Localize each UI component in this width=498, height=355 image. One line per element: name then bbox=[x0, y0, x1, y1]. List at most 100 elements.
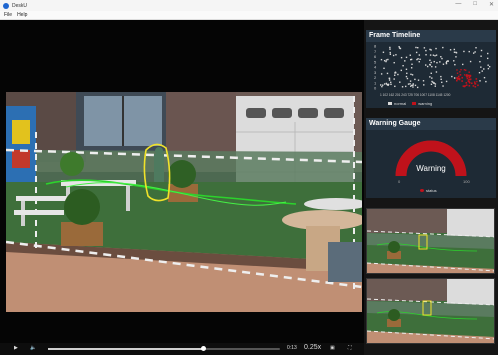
timeline-point bbox=[469, 60, 472, 63]
timeline-point bbox=[479, 80, 481, 82]
timeline-point bbox=[431, 77, 433, 79]
timeline-point bbox=[407, 83, 410, 85]
timeline-point bbox=[404, 60, 406, 62]
timeline-point bbox=[410, 85, 412, 87]
timeline-point bbox=[405, 85, 407, 88]
timeline-warning-point bbox=[473, 81, 476, 83]
timeline-point bbox=[422, 80, 425, 82]
menu-help[interactable]: Help bbox=[17, 12, 27, 18]
volume-icon[interactable]: 🔈 bbox=[30, 345, 36, 351]
timeline-point bbox=[380, 84, 382, 86]
legend-warning-swatch bbox=[412, 102, 417, 105]
timeline-point bbox=[464, 74, 466, 76]
timeline-warning-point bbox=[467, 80, 470, 82]
timeline-point bbox=[382, 84, 384, 86]
timeline-point bbox=[405, 56, 408, 59]
timeline-point bbox=[435, 54, 438, 56]
timeline-point bbox=[406, 77, 409, 80]
timeline-warning-point bbox=[469, 75, 471, 78]
timeline-point bbox=[425, 64, 427, 66]
app-icon bbox=[3, 2, 9, 9]
play-icon[interactable]: ▶ bbox=[14, 345, 18, 351]
frame-thumbnail-2[interactable] bbox=[366, 278, 495, 344]
timeline-point bbox=[453, 51, 456, 53]
timeline-point bbox=[380, 73, 383, 75]
timeline-point bbox=[402, 64, 404, 67]
gauge-legend-label: status bbox=[426, 188, 437, 193]
gauge-legend-swatch bbox=[420, 189, 424, 192]
menu-file[interactable]: File bbox=[4, 12, 12, 18]
timeline-point bbox=[389, 46, 391, 49]
timeline-point bbox=[415, 51, 418, 54]
timeline-warning-point bbox=[475, 78, 478, 80]
timeline-point bbox=[411, 63, 413, 65]
minimize-icon[interactable]: — bbox=[455, 1, 461, 8]
timeline-warning-point bbox=[472, 85, 475, 87]
timeline-point bbox=[453, 60, 455, 62]
legend-normal-label: normal bbox=[394, 101, 407, 106]
timeline-point bbox=[479, 60, 481, 63]
timeline-point bbox=[388, 77, 391, 80]
timeline-warning-point bbox=[469, 78, 472, 81]
frame-thumbnail-1[interactable] bbox=[366, 208, 495, 274]
timeline-point bbox=[463, 50, 465, 53]
timeline-warning-point bbox=[456, 76, 458, 79]
timeline-point bbox=[388, 79, 391, 81]
timeline-point bbox=[425, 54, 427, 56]
timeline-point bbox=[455, 52, 458, 54]
timeline-point bbox=[487, 52, 489, 55]
player-controls: ▶ 🔈 0:13 0.25x ▣ ⛶ bbox=[0, 343, 364, 355]
timeline-point bbox=[417, 79, 420, 81]
snapshot-icon[interactable]: ▣ bbox=[330, 345, 335, 351]
timeline-point bbox=[435, 71, 438, 73]
timeline-warning-point bbox=[458, 77, 461, 80]
timeline-point bbox=[382, 51, 385, 53]
timeline-point bbox=[390, 81, 392, 84]
seek-knob[interactable] bbox=[200, 346, 206, 351]
timeline-point bbox=[398, 47, 401, 49]
timeline-point bbox=[442, 85, 444, 87]
timeline-point bbox=[429, 54, 432, 56]
timeline-point bbox=[432, 54, 435, 56]
timeline-point bbox=[445, 80, 448, 83]
timeline-point bbox=[395, 54, 397, 56]
timeline-point bbox=[431, 65, 433, 68]
timeline-point bbox=[488, 65, 491, 68]
timeline-point bbox=[423, 84, 425, 86]
seek-bar[interactable] bbox=[48, 346, 280, 351]
timeline-point bbox=[385, 82, 388, 85]
side-panel: Frame Timeline 8765432101 102 162 201 24… bbox=[364, 20, 498, 355]
maximize-icon[interactable]: □ bbox=[473, 1, 477, 8]
timeline-point bbox=[387, 84, 389, 86]
timeline-point bbox=[449, 49, 452, 51]
legend-normal-swatch bbox=[388, 102, 392, 105]
timeline-point bbox=[400, 69, 402, 72]
fullscreen-icon[interactable]: ⛶ bbox=[348, 345, 352, 351]
timeline-point bbox=[462, 63, 464, 66]
timeline-point bbox=[468, 50, 470, 53]
timeline-point bbox=[429, 63, 431, 66]
timeline-point bbox=[405, 68, 408, 71]
timeline-y-tick: 8 bbox=[374, 44, 377, 49]
timeline-point bbox=[430, 72, 432, 74]
timeline-point bbox=[389, 48, 391, 50]
speed-button[interactable]: 0.25x bbox=[304, 344, 321, 351]
timeline-point bbox=[419, 58, 421, 61]
timeline-point bbox=[425, 49, 427, 52]
video-frame[interactable] bbox=[6, 92, 362, 312]
timeline-point bbox=[394, 74, 396, 76]
timeline-point bbox=[426, 65, 429, 68]
timeline-point bbox=[394, 71, 397, 73]
timeline-point bbox=[435, 47, 437, 50]
video-area[interactable] bbox=[0, 20, 364, 343]
timeline-point bbox=[453, 77, 456, 79]
timeline-warning-point bbox=[474, 83, 477, 85]
timeline-point bbox=[412, 83, 414, 85]
timeline-point bbox=[429, 76, 431, 78]
timeline-point bbox=[399, 81, 401, 83]
timeline-point bbox=[386, 72, 389, 75]
gauge-status-label: Warning bbox=[416, 164, 446, 173]
timeline-point bbox=[385, 59, 388, 61]
timeline-point bbox=[459, 71, 461, 73]
close-icon[interactable]: ✕ bbox=[489, 1, 494, 8]
